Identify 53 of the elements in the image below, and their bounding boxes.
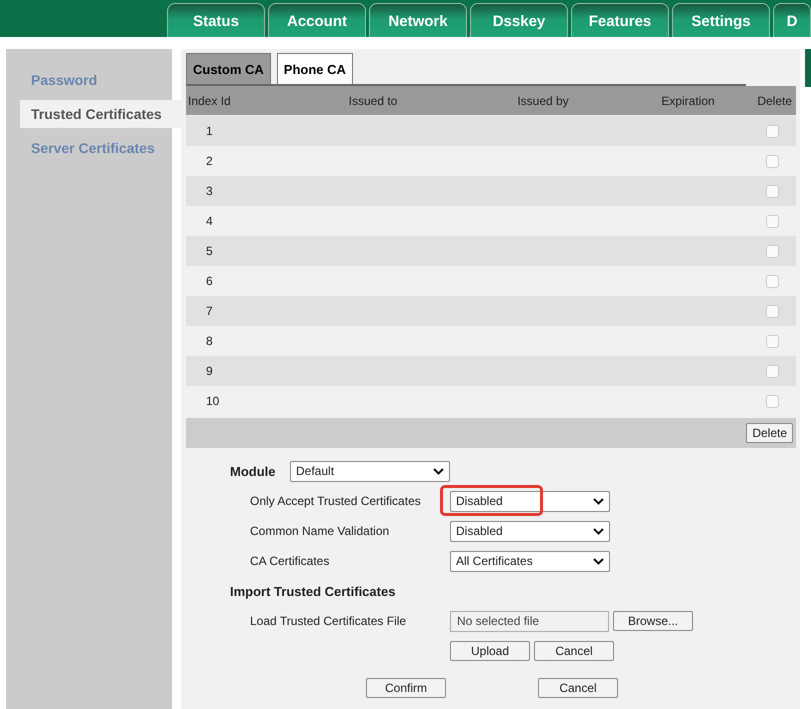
file-label: Load Trusted Certificates File (249, 614, 408, 628)
caret-icon (593, 498, 604, 504)
column-header: Issued to (348, 94, 398, 108)
cancel-button[interactable]: Cancel (534, 641, 614, 661)
delete-checkbox[interactable] (766, 214, 779, 228)
setting-label: Common Name Validation (249, 524, 390, 538)
caret-icon (593, 528, 604, 534)
column-header: Expiration (661, 94, 715, 108)
section-heading: Import Trusted Certificates (230, 584, 396, 598)
setting-label: Only Accept Trusted Certificates (249, 494, 422, 508)
delete-checkbox[interactable] (766, 364, 779, 378)
index-cell: 4 (206, 214, 213, 228)
file-field[interactable]: No selected file (450, 610, 609, 632)
sub-tab[interactable]: Custom CA (186, 53, 271, 84)
caret-icon (433, 468, 444, 474)
nav-tab[interactable]: Features (571, 3, 669, 37)
delete-checkbox[interactable] (766, 334, 779, 348)
setting-select[interactable]: Disabled (450, 490, 610, 512)
setting-label: CA Certificates (249, 554, 330, 568)
module-label: Module (230, 464, 276, 478)
index-cell: 5 (206, 244, 213, 258)
caret-icon (593, 558, 604, 564)
setting-select[interactable]: Disabled (450, 520, 610, 542)
index-cell: 8 (206, 334, 213, 348)
delete-checkbox[interactable] (766, 154, 779, 168)
delete-checkbox[interactable] (766, 274, 779, 288)
delete-checkbox[interactable] (766, 394, 779, 408)
delete-button[interactable]: Delete (746, 423, 793, 443)
delete-checkbox[interactable] (766, 244, 779, 258)
column-header: Delete (757, 94, 792, 108)
delete-checkbox[interactable] (766, 304, 779, 318)
sub-tab[interactable]: Phone CA (276, 53, 353, 84)
side-strip (805, 49, 811, 87)
index-cell: 9 (206, 364, 213, 378)
sidebar-item[interactable]: Trusted Certificates (20, 100, 181, 128)
browse-button[interactable]: Browse... (613, 611, 693, 631)
index-cell: 7 (206, 304, 213, 318)
index-cell: 6 (206, 274, 213, 288)
delete-checkbox[interactable] (766, 184, 779, 198)
index-cell: 3 (206, 184, 213, 198)
column-header: Index Id (188, 94, 231, 108)
module-select[interactable]: Default (290, 460, 450, 482)
cancel-button[interactable]: Cancel (538, 678, 618, 698)
index-cell: 1 (206, 124, 213, 138)
nav-tab[interactable]: Network (369, 3, 467, 37)
setting-select[interactable]: All Certificates (450, 550, 610, 572)
column-header: Issued by (517, 94, 569, 108)
upload-button[interactable]: Upload (450, 641, 530, 661)
nav-tab[interactable]: D (773, 3, 811, 37)
delete-checkbox[interactable] (766, 124, 779, 138)
index-cell: 10 (206, 394, 220, 408)
index-cell: 2 (206, 154, 213, 168)
confirm-button[interactable]: Confirm (366, 678, 446, 698)
